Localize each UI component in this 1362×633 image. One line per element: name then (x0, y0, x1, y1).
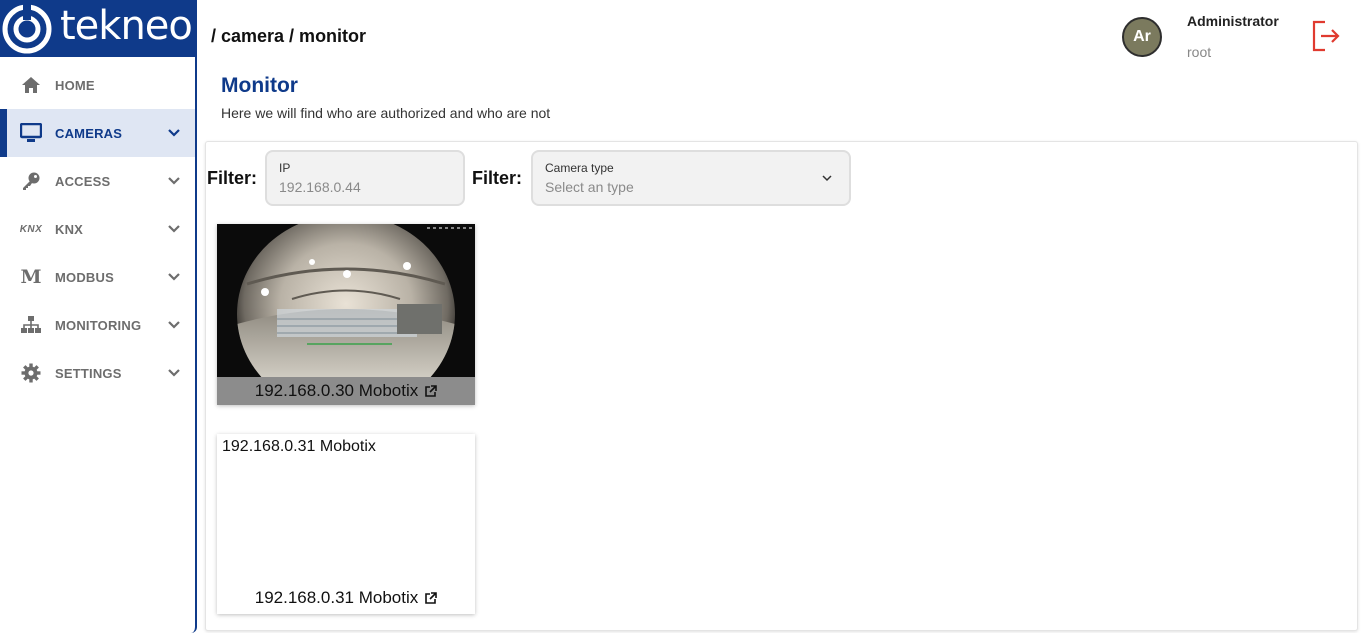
sidebar-item-label: CAMERAS (55, 125, 123, 141)
avatar[interactable]: Ar (1122, 17, 1162, 57)
filter-label: Filter: (207, 168, 258, 188)
chevron-down-icon[interactable] (167, 270, 181, 284)
sitemap-icon (20, 314, 42, 336)
home-icon (20, 74, 42, 96)
sidebar: tekneo HOME CAMERAS ACCESS KNX KNX M MOD… (0, 0, 197, 633)
logo-text: tekneo (60, 2, 193, 49)
ip-filter-value: 192.168.0.44 (279, 179, 361, 195)
user-role: root (1187, 44, 1212, 60)
camera-caption-text: 192.168.0.30 Mobotix (254, 381, 419, 400)
key-icon (20, 170, 42, 192)
chevron-down-icon[interactable] (167, 126, 181, 140)
camera-card[interactable]: 192.168.0.30 Mobotix (217, 224, 475, 405)
camera-type-placeholder: Select an type (545, 179, 634, 195)
user-name: Administrator (1187, 13, 1279, 29)
camera-caption[interactable]: 192.168.0.30 Mobotix (217, 377, 475, 405)
sidebar-item-label: HOME (55, 77, 95, 93)
sidebar-item-label: KNX (55, 221, 84, 237)
camera-type-label: Camera type (545, 161, 614, 175)
logo-icon (2, 3, 52, 53)
camera-feed-placeholder[interactable]: 192.168.0.31 Mobotix 192.168.0.31 Moboti… (217, 434, 475, 614)
filter-label: Filter: (472, 168, 523, 188)
knx-icon: KNX (19, 223, 43, 235)
chevron-down-icon[interactable] (167, 318, 181, 332)
chevron-down-icon[interactable] (167, 174, 181, 188)
page-subtitle: Here we will find who are authorized and… (221, 105, 551, 121)
camera-caption[interactable]: 192.168.0.31 Mobotix (217, 584, 475, 612)
logout-icon[interactable] (1311, 20, 1341, 52)
sidebar-item-label: ACCESS (55, 173, 111, 189)
sidebar-item-settings[interactable]: SETTINGS (0, 349, 195, 397)
sidebar-item-modbus[interactable]: M MODBUS (0, 253, 195, 301)
camera-feed-image[interactable] (217, 224, 475, 377)
ip-filter-input[interactable]: IP 192.168.0.44 (265, 150, 465, 206)
chevron-down-icon[interactable] (167, 222, 181, 236)
sidebar-item-home[interactable]: HOME (0, 61, 195, 109)
chevron-down-icon (822, 175, 832, 182)
camera-image-alt-text: 192.168.0.31 Mobotix (222, 438, 376, 455)
external-link-icon[interactable] (424, 384, 438, 398)
page-title: Monitor (221, 74, 298, 97)
logo[interactable]: tekneo (0, 0, 195, 57)
camera-fisheye-image (217, 224, 475, 377)
camera-caption-text: 192.168.0.31 Mobotix (254, 588, 419, 607)
ip-filter-label: IP (279, 161, 291, 175)
sidebar-item-access[interactable]: ACCESS (0, 157, 195, 205)
monitor-icon (20, 122, 42, 144)
sidebar-item-cameras[interactable]: CAMERAS (0, 109, 195, 157)
sidebar-item-knx[interactable]: KNX KNX (0, 205, 195, 253)
modbus-icon: M (20, 266, 42, 288)
sidebar-nav: HOME CAMERAS ACCESS KNX KNX M MODBUS MON… (0, 61, 195, 397)
sidebar-item-label: MODBUS (55, 269, 114, 285)
external-link-icon[interactable] (424, 591, 438, 605)
sidebar-item-label: MONITORING (55, 317, 142, 333)
breadcrumb: / camera / monitor (211, 26, 367, 46)
chevron-down-icon[interactable] (167, 366, 181, 380)
camera-card[interactable]: 192.168.0.31 Mobotix 192.168.0.31 Moboti… (217, 434, 475, 614)
top-bar: / camera / monitor Ar Administrator root (197, 0, 1362, 70)
gear-icon (20, 362, 42, 384)
sidebar-item-monitoring[interactable]: MONITORING (0, 301, 195, 349)
camera-type-select[interactable]: Camera type Select an type (531, 150, 851, 206)
camera-panel: Filter: IP 192.168.0.44 Filter: Camera t… (205, 141, 1358, 631)
sidebar-item-label: SETTINGS (55, 365, 122, 381)
